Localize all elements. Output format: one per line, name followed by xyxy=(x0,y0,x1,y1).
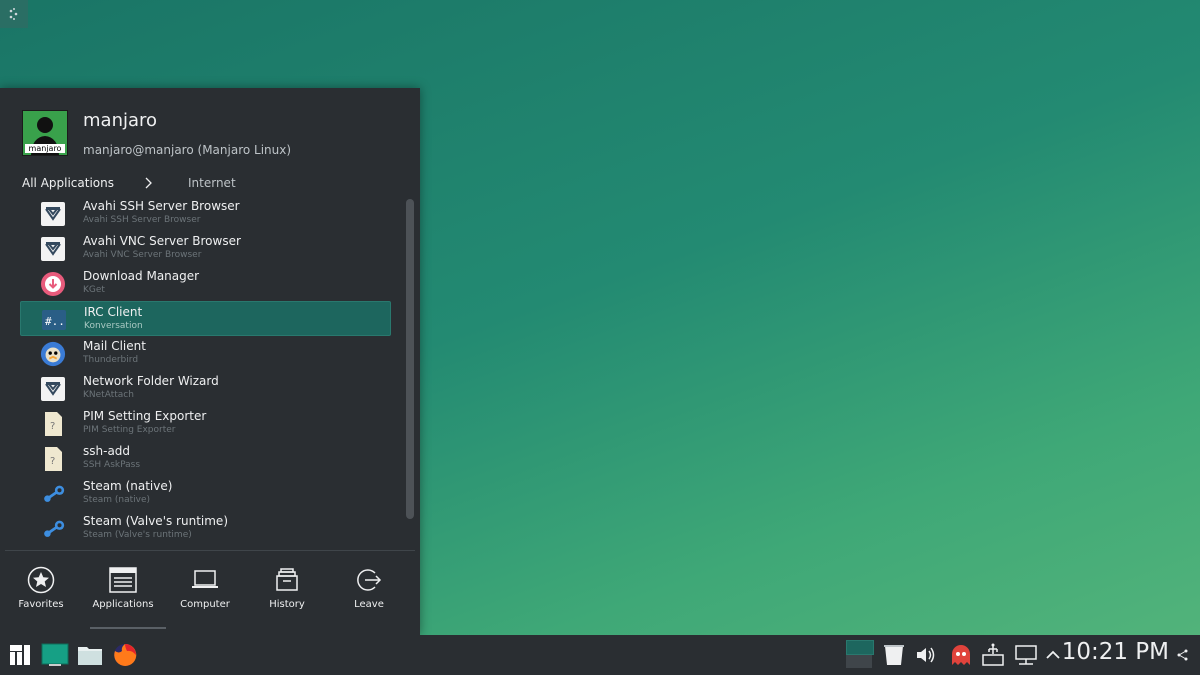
task-firefox[interactable] xyxy=(111,641,139,669)
tray-expand-button[interactable] xyxy=(1042,641,1064,669)
irc-icon: #.. xyxy=(41,307,67,333)
svg-text:?: ? xyxy=(50,421,55,432)
download-icon xyxy=(40,271,66,297)
list-item[interactable]: Steam (native) Steam (native) xyxy=(20,476,391,511)
svg-text:?: ? xyxy=(50,456,55,467)
terminal-icon xyxy=(41,643,69,666)
list-item-selected[interactable]: #.. IRC Client Konversation xyxy=(20,301,391,336)
network-monitor-icon xyxy=(1015,645,1037,665)
list-item[interactable]: Network Folder Wizard KNetAttach xyxy=(20,371,391,406)
task-terminal[interactable] xyxy=(41,641,69,669)
virtual-desktop-pager[interactable] xyxy=(845,640,874,670)
pager-desktop-2[interactable] xyxy=(846,655,872,668)
network-icon xyxy=(40,201,66,227)
user-subtitle: manjaro@manjaro (Manjaro Linux) xyxy=(83,143,292,157)
breadcrumb-all-applications[interactable]: All Applications xyxy=(22,176,114,190)
avatar[interactable]: manjaro xyxy=(22,110,68,156)
application-launcher-button[interactable] xyxy=(6,641,34,669)
list-item[interactable]: ? ssh-add SSH AskPass xyxy=(20,441,391,476)
divider xyxy=(5,550,415,551)
tray-volume[interactable] xyxy=(912,641,940,669)
tab-applications[interactable]: Applications xyxy=(82,563,164,623)
desktop-toolbox-icon xyxy=(1177,649,1188,661)
history-icon xyxy=(272,565,302,595)
launcher-tabs: Favorites Applications Computer History … xyxy=(0,563,420,633)
tray-network[interactable] xyxy=(1012,641,1040,669)
ghost-icon xyxy=(952,645,970,665)
digital-clock[interactable]: 10:21 PM xyxy=(1062,639,1169,665)
tab-computer[interactable]: Computer xyxy=(164,563,246,623)
breadcrumb-current[interactable]: Internet xyxy=(188,176,236,190)
volume-icon xyxy=(917,647,935,663)
task-file-manager[interactable] xyxy=(76,641,104,669)
manjaro-logo-icon xyxy=(10,645,30,665)
unknown-file-icon: ? xyxy=(40,411,66,437)
tray-ghost[interactable] xyxy=(947,641,975,669)
breadcrumb: All Applications Internet xyxy=(22,176,236,190)
steam-icon xyxy=(40,516,66,542)
tray-more-button[interactable] xyxy=(1172,641,1194,669)
scrollbar[interactable] xyxy=(406,199,414,519)
tray-usb-devices[interactable] xyxy=(979,641,1007,669)
usb-icon xyxy=(982,643,1004,666)
username: manjaro xyxy=(83,110,158,131)
avatar-label: manjaro xyxy=(25,144,65,153)
folder-icon xyxy=(78,647,102,665)
list-item[interactable]: Avahi VNC Server Browser Avahi VNC Serve… xyxy=(20,231,391,266)
tab-favorites[interactable]: Favorites xyxy=(0,563,82,623)
list-item[interactable]: Mail Client Thunderbird xyxy=(20,336,391,371)
application-list: Avahi SSH Server Browser Avahi SSH Serve… xyxy=(20,196,391,546)
list-item[interactable]: Steam (Valve's runtime) Steam (Valve's r… xyxy=(20,511,391,546)
unknown-file-icon: ? xyxy=(40,446,66,472)
application-launcher: manjaro manjaro manjaro@manjaro (Manjaro… xyxy=(0,88,420,635)
tab-history[interactable]: History xyxy=(246,563,328,623)
desktop-toolbox-button[interactable] xyxy=(0,0,28,28)
toolbox-icon xyxy=(9,8,18,20)
chevron-up-icon xyxy=(1046,650,1060,659)
svg-text:#..: #.. xyxy=(45,315,65,328)
laptop-icon xyxy=(190,565,220,595)
steam-icon xyxy=(40,481,66,507)
star-icon xyxy=(26,565,56,595)
network-icon xyxy=(40,236,66,262)
list-item[interactable]: ? PIM Setting Exporter PIM Setting Expor… xyxy=(20,406,391,441)
list-item[interactable]: Download Manager KGet xyxy=(20,266,391,301)
taskbar: 10:21 PM xyxy=(0,635,1200,675)
pager-desktop-1[interactable] xyxy=(846,640,874,655)
chevron-right-icon xyxy=(144,177,152,189)
active-tab-indicator xyxy=(90,627,166,629)
tray-clipboard[interactable] xyxy=(880,641,908,669)
list-item[interactable]: Avahi SSH Server Browser Avahi SSH Serve… xyxy=(20,196,391,231)
thunderbird-icon xyxy=(40,341,66,367)
applications-icon xyxy=(108,565,138,595)
leave-icon xyxy=(354,565,384,595)
network-icon xyxy=(40,376,66,402)
trash-icon xyxy=(884,645,904,665)
firefox-icon xyxy=(114,643,137,666)
tab-leave[interactable]: Leave xyxy=(328,563,410,623)
